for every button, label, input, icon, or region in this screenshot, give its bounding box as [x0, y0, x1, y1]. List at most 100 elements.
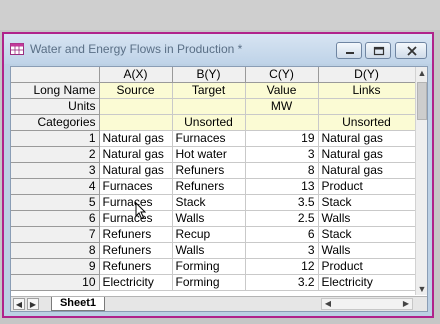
table-cell[interactable]: Furnaces: [172, 130, 246, 147]
column-header-a[interactable]: A(X): [99, 67, 173, 83]
scroll-right-icon[interactable]: ▶: [400, 299, 412, 309]
row-header[interactable]: 3: [11, 162, 100, 179]
meta-row-long-name: Long Name Source Target Value Links: [11, 82, 416, 99]
table-cell[interactable]: Refuners: [172, 178, 246, 195]
table-cell[interactable]: Product: [318, 178, 416, 195]
title-bar[interactable]: Water and Energy Flows in Production *: [4, 34, 432, 64]
meta-row-categories: Categories Unsorted Unsorted: [11, 114, 416, 131]
scroll-up-icon[interactable]: ▲: [416, 67, 427, 79]
table-cell[interactable]: 3.5: [245, 194, 319, 211]
meta-cell[interactable]: MW: [245, 98, 319, 115]
row-header[interactable]: 9: [11, 258, 100, 275]
table-cell[interactable]: Forming: [172, 274, 246, 291]
column-header-c[interactable]: C(Y): [245, 67, 319, 83]
meta-cell[interactable]: [99, 98, 173, 115]
meta-cell[interactable]: Links: [318, 82, 416, 99]
table-cell[interactable]: 6: [245, 226, 319, 243]
minimize-icon: [346, 52, 354, 54]
meta-cell[interactable]: Unsorted: [172, 114, 246, 131]
row-header[interactable]: 10: [11, 274, 100, 291]
table-cell[interactable]: Stack: [318, 226, 416, 243]
restore-button[interactable]: [365, 42, 391, 59]
table-cell[interactable]: Refuners: [99, 258, 173, 275]
table-cell[interactable]: Refuners: [99, 242, 173, 259]
table-cell[interactable]: Furnaces: [99, 178, 173, 195]
row-header[interactable]: 4: [11, 178, 100, 195]
data-table: A(X) B(Y) C(Y) D(Y) Long Name Source Tar…: [11, 67, 416, 291]
table-cell[interactable]: Natural gas: [99, 130, 173, 147]
table-cell[interactable]: Stack: [318, 194, 416, 211]
table-cell[interactable]: Walls: [172, 210, 246, 227]
table-row: 8 Refuners Walls 3 Walls: [11, 242, 416, 259]
table-cell[interactable]: Recup: [172, 226, 246, 243]
table-cell[interactable]: Natural gas: [318, 146, 416, 163]
meta-cell[interactable]: [245, 114, 319, 131]
meta-cell[interactable]: Value: [245, 82, 319, 99]
table-cell[interactable]: Natural gas: [99, 162, 173, 179]
sheet-prev-icon[interactable]: ◀: [13, 298, 25, 310]
table-cell[interactable]: Hot water: [172, 146, 246, 163]
table-row: 2 Natural gas Hot water 3 Natural gas: [11, 146, 416, 163]
meta-cell[interactable]: [99, 114, 173, 131]
row-header[interactable]: 6: [11, 210, 100, 227]
table-cell[interactable]: 3: [245, 242, 319, 259]
table-cell[interactable]: Walls: [318, 210, 416, 227]
table-cell[interactable]: Electricity: [318, 274, 416, 291]
table-cell[interactable]: Walls: [172, 242, 246, 259]
table-cell[interactable]: 2.5: [245, 210, 319, 227]
table-row: 6 Furnaces Walls 2.5 Walls: [11, 210, 416, 227]
row-header[interactable]: 8: [11, 242, 100, 259]
table-cell[interactable]: Walls: [318, 242, 416, 259]
minimize-button[interactable]: [336, 42, 362, 59]
table-cell[interactable]: Electricity: [99, 274, 173, 291]
horizontal-scrollbar[interactable]: ◀ ▶: [321, 298, 413, 310]
table-row: 3 Natural gas Refuners 8 Natural gas: [11, 162, 416, 179]
row-header[interactable]: 1: [11, 130, 100, 147]
sheet-bar: ◀ ▶ Sheet1 ◀ ▶: [11, 296, 427, 311]
restore-icon: [373, 46, 385, 56]
meta-cell[interactable]: Unsorted: [318, 114, 416, 131]
table-row: 4 Furnaces Refuners 13 Product: [11, 178, 416, 195]
row-header[interactable]: 2: [11, 146, 100, 163]
table-cell[interactable]: 8: [245, 162, 319, 179]
table-cell[interactable]: 12: [245, 258, 319, 275]
meta-label[interactable]: Categories: [11, 114, 100, 131]
table-row: 5 Furnaces Stack 3.5 Stack: [11, 194, 416, 211]
vertical-scrollbar[interactable]: ▲ ▼: [415, 67, 427, 295]
table-cell[interactable]: 3: [245, 146, 319, 163]
meta-cell[interactable]: Target: [172, 82, 246, 99]
table-cell[interactable]: 3.2: [245, 274, 319, 291]
table-row: 10 Electricity Forming 3.2 Electricity: [11, 274, 416, 291]
table-cell[interactable]: Refuners: [172, 162, 246, 179]
table-row: 7 Refuners Recup 6 Stack: [11, 226, 416, 243]
row-header[interactable]: 7: [11, 226, 100, 243]
column-header-b[interactable]: B(Y): [172, 67, 246, 83]
meta-cell[interactable]: [172, 98, 246, 115]
column-header-d[interactable]: D(Y): [318, 67, 416, 83]
table-cell[interactable]: Refuners: [99, 226, 173, 243]
table-cell[interactable]: Natural gas: [99, 146, 173, 163]
table-row: 9 Refuners Forming 12 Product: [11, 258, 416, 275]
meta-label[interactable]: Units: [11, 98, 100, 115]
sheet-tab[interactable]: Sheet1: [51, 297, 105, 311]
table-cell[interactable]: Forming: [172, 258, 246, 275]
table-cell[interactable]: Stack: [172, 194, 246, 211]
row-header[interactable]: 5: [11, 194, 100, 211]
worksheet-grid[interactable]: A(X) B(Y) C(Y) D(Y) Long Name Source Tar…: [10, 66, 428, 312]
close-button[interactable]: [395, 42, 427, 59]
table-cell[interactable]: Natural gas: [318, 130, 416, 147]
table-cell[interactable]: 13: [245, 178, 319, 195]
table-cell[interactable]: 19: [245, 130, 319, 147]
scroll-down-icon[interactable]: ▼: [416, 283, 427, 295]
table-cell[interactable]: Product: [318, 258, 416, 275]
table-cell[interactable]: Natural gas: [318, 162, 416, 179]
meta-cell[interactable]: [318, 98, 416, 115]
vertical-scroll-thumb[interactable]: [417, 82, 427, 120]
window-title: Water and Energy Flows in Production *: [30, 42, 243, 56]
scroll-left-icon[interactable]: ◀: [322, 299, 334, 309]
corner-cell[interactable]: [11, 67, 100, 83]
sheet-next-icon[interactable]: ▶: [27, 298, 39, 310]
meta-row-units: Units MW: [11, 98, 416, 115]
meta-label[interactable]: Long Name: [11, 82, 100, 99]
meta-cell[interactable]: Source: [99, 82, 173, 99]
